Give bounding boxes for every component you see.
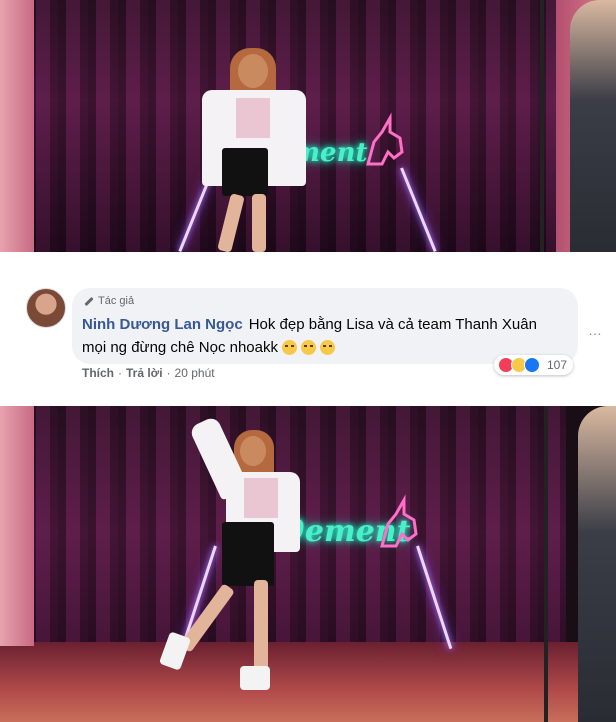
comment-text-continued: mọi ng đừng chê Nọc nhoakk <box>82 339 278 356</box>
video-frame-top: ement <box>0 0 616 252</box>
person-silhouette <box>578 406 616 722</box>
dancer-figure <box>158 412 300 702</box>
pen-icon <box>82 295 94 307</box>
avatar[interactable] <box>26 288 66 328</box>
tripod <box>544 406 548 722</box>
crying-emoji-icon <box>301 340 316 355</box>
more-options-icon[interactable]: … <box>588 322 602 338</box>
like-link[interactable]: Thích <box>82 366 114 380</box>
comment-text-line-1: Ninh Dương Lan Ngọc Hok đẹp bằng Lisa và … <box>82 316 537 333</box>
comment-timestamp[interactable]: 20 phút <box>175 366 215 380</box>
dance-studio-scene: 9ement <box>0 406 616 722</box>
dancer-figure <box>196 48 316 252</box>
action-separator: · <box>166 366 171 380</box>
author-badge-label: Tác giả <box>98 295 135 307</box>
neon-unicorn-icon <box>380 494 418 548</box>
video-frame-bottom: 9ement <box>0 406 616 722</box>
comment-actions: Thích · Trả lời · 20 phút <box>82 366 215 380</box>
wall-left <box>0 0 34 252</box>
person-silhouette <box>570 0 616 252</box>
reaction-summary[interactable]: 107 <box>494 355 574 375</box>
comment-author-name[interactable]: Ninh Dương Lan Ngọc <box>82 316 243 333</box>
action-separator: · <box>118 366 122 380</box>
crying-emoji-icon <box>320 340 335 355</box>
author-badge: Tác giả <box>82 295 134 307</box>
reply-link[interactable]: Trả lời <box>126 366 163 380</box>
comment-text: Hok đẹp bằng Lisa và cả team Thanh Xuân <box>248 316 537 333</box>
comment-text-line-2: mọi ng đừng chê Nọc nhoakk <box>82 339 335 356</box>
dance-studio-scene: ement <box>0 0 616 252</box>
crying-emoji-icon <box>282 340 297 355</box>
wall-left <box>0 406 34 646</box>
like-reaction-icon <box>524 357 540 373</box>
tripod <box>540 0 544 252</box>
reaction-count: 107 <box>547 358 568 372</box>
neon-unicorn-icon <box>366 112 404 166</box>
floor <box>0 642 616 722</box>
